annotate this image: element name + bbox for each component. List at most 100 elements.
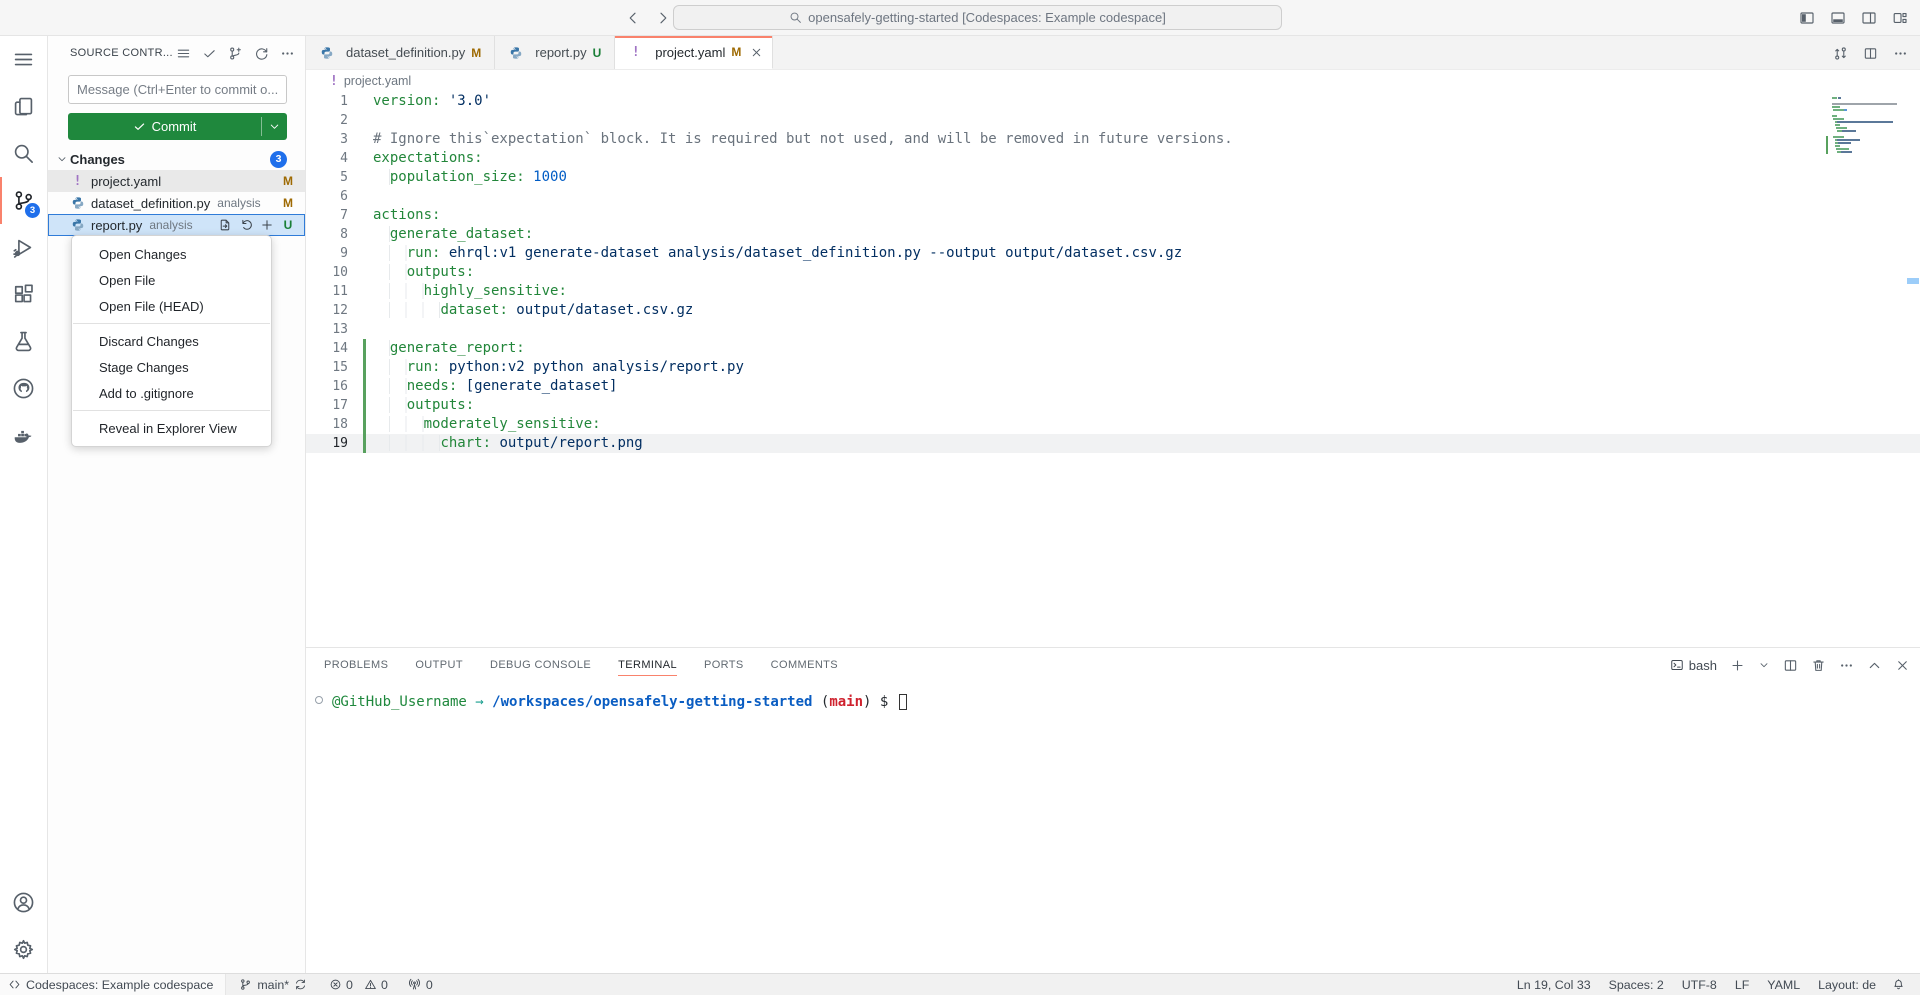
terminal[interactable]: @GitHub_Username → /workspaces/opensafel…	[306, 682, 1920, 973]
commit-dropdown-button[interactable]	[262, 113, 287, 140]
status-indentation[interactable]: Spaces: 2	[1600, 974, 1673, 995]
menu-item-add-to-gitignore[interactable]: Add to .gitignore	[72, 380, 271, 406]
status-language-mode[interactable]: YAML	[1758, 974, 1809, 995]
kill-terminal-icon[interactable]	[1811, 658, 1826, 673]
back-button[interactable]	[625, 10, 641, 26]
activity-item-docker[interactable]	[0, 412, 47, 459]
code-text: # Ignore this`expectation` block. It is …	[373, 130, 1233, 149]
activity-item-explorer[interactable]	[0, 83, 47, 130]
code-line-16[interactable]: 16 needs: [generate_dataset]	[306, 377, 1920, 396]
code-line-14[interactable]: 14 generate_report:	[306, 339, 1920, 358]
menu-item-open-file-head-[interactable]: Open File (HEAD)	[72, 293, 271, 319]
problems-indicator[interactable]: 0 0	[322, 974, 395, 995]
status-keyboard-layout[interactable]: Layout: de	[1809, 974, 1885, 995]
status-cursor-position[interactable]: Ln 19, Col 33	[1508, 974, 1600, 995]
stage-plus-icon[interactable]	[260, 218, 274, 232]
activity-item-search[interactable]	[0, 130, 47, 177]
menu-item-stage-changes[interactable]: Stage Changes	[72, 354, 271, 380]
code-line-19[interactable]: 19 chart: output/report.png	[306, 434, 1920, 453]
minimap-line	[1832, 130, 1904, 132]
menu-item-open-file[interactable]: Open File	[72, 267, 271, 293]
breadcrumb[interactable]: ! project.yaml	[306, 70, 1920, 92]
branch-indicator[interactable]: main*	[232, 974, 314, 995]
code-editor[interactable]: 1version: '3.0'23# Ignore this`expectati…	[306, 92, 1920, 647]
more-icon[interactable]	[1839, 658, 1854, 673]
terminal-shell-label[interactable]: bash	[1670, 658, 1717, 673]
compare-changes-icon[interactable]	[1833, 46, 1848, 61]
code-line-8[interactable]: 8 generate_dataset:	[306, 225, 1920, 244]
status-encoding[interactable]: UTF-8	[1673, 974, 1726, 995]
warning-icon	[364, 978, 377, 991]
activity-item-source-control[interactable]: 3	[0, 177, 47, 224]
discard-icon[interactable]	[239, 218, 253, 232]
customize-layout-icon[interactable]	[1892, 10, 1908, 26]
view-list-icon[interactable]	[176, 46, 191, 61]
close-tab-icon[interactable]	[750, 46, 763, 59]
create-branch-icon[interactable]	[228, 46, 243, 61]
code-line-18[interactable]: 18 moderately_sensitive:	[306, 415, 1920, 434]
code-line-5[interactable]: 5 population_size: 1000	[306, 168, 1920, 187]
code-line-13[interactable]: 13	[306, 320, 1920, 339]
activity-item-testing[interactable]	[0, 318, 47, 365]
changes-section-header[interactable]: Changes 3	[48, 148, 305, 170]
scm-file-report.py[interactable]: report.pyanalysisU	[48, 214, 305, 236]
code-line-12[interactable]: 12 dataset: output/dataset.csv.gz	[306, 301, 1920, 320]
code-line-9[interactable]: 9 run: ehrql:v1 generate-dataset analysi…	[306, 244, 1920, 263]
commit-message-input[interactable]	[68, 75, 287, 104]
menu-item-reveal-in-explorer-view[interactable]: Reveal in Explorer View	[72, 415, 271, 441]
tab-project.yaml[interactable]: !project.yamlM	[615, 36, 773, 69]
add-terminal-icon[interactable]	[1730, 658, 1745, 673]
menu-item-open-changes[interactable]: Open Changes	[72, 241, 271, 267]
code-line-10[interactable]: 10 outputs:	[306, 263, 1920, 282]
open-file-icon[interactable]	[218, 218, 232, 232]
code-line-15[interactable]: 15 run: python:v2 python analysis/report…	[306, 358, 1920, 377]
close-icon[interactable]	[1895, 658, 1910, 673]
more-icon[interactable]	[280, 46, 295, 61]
panel-tab-problems[interactable]: PROBLEMS	[324, 648, 388, 682]
code-line-2[interactable]: 2	[306, 111, 1920, 130]
scm-file-project.yaml[interactable]: !project.yamlM	[48, 170, 305, 192]
minimap[interactable]	[1832, 97, 1904, 154]
forward-button[interactable]	[655, 10, 671, 26]
command-center-search[interactable]: opensafely-getting-started [Codespaces: …	[673, 5, 1282, 30]
ports-indicator[interactable]: 0	[401, 974, 440, 995]
panel-tab-debug-console[interactable]: DEBUG CONSOLE	[490, 648, 591, 682]
panel-tab-comments[interactable]: COMMENTS	[771, 648, 838, 682]
code-line-17[interactable]: 17 outputs:	[306, 396, 1920, 415]
menu-item-discard-changes[interactable]: Discard Changes	[72, 328, 271, 354]
code-line-7[interactable]: 7actions:	[306, 206, 1920, 225]
activity-item-extensions[interactable]	[0, 271, 47, 318]
code-line-1[interactable]: 1version: '3.0'	[306, 92, 1920, 111]
chevron-down-icon[interactable]	[1758, 659, 1770, 671]
gutter-change-bar	[363, 282, 366, 301]
toggle-secondary-sidebar-icon[interactable]	[1861, 10, 1877, 26]
code-line-11[interactable]: 11 highly_sensitive:	[306, 282, 1920, 301]
activity-item-github[interactable]	[0, 365, 47, 412]
notifications-bell[interactable]	[1885, 974, 1912, 995]
activity-item-account[interactable]	[0, 879, 47, 926]
remote-indicator[interactable]: Codespaces: Example codespace	[0, 974, 226, 995]
maximize-panel-icon[interactable]	[1867, 658, 1882, 673]
panel-tab-output[interactable]: OUTPUT	[415, 648, 463, 682]
commit-button[interactable]: Commit	[68, 113, 261, 140]
split-terminal-icon[interactable]	[1783, 658, 1798, 673]
commit-check-icon[interactable]	[202, 46, 217, 61]
activity-item-settings-gear[interactable]	[0, 926, 47, 973]
code-line-4[interactable]: 4expectations:	[306, 149, 1920, 168]
tab-report.py[interactable]: report.pyU	[495, 36, 615, 69]
refresh-icon[interactable]	[254, 46, 269, 61]
toggle-sidebar-icon[interactable]	[1799, 10, 1815, 26]
toggle-panel-icon[interactable]	[1830, 10, 1846, 26]
split-editor-icon[interactable]	[1863, 46, 1878, 61]
panel-tab-ports[interactable]: PORTS	[704, 648, 744, 682]
panel-tab-terminal[interactable]: TERMINAL	[618, 648, 677, 682]
terminal-toolbar: bash	[1670, 648, 1910, 682]
activity-item-menu[interactable]	[0, 36, 47, 83]
activity-item-run-debug[interactable]	[0, 224, 47, 271]
scm-file-dataset_definition.py[interactable]: dataset_definition.pyanalysisM	[48, 192, 305, 214]
more-icon[interactable]	[1893, 46, 1908, 61]
code-line-6[interactable]: 6	[306, 187, 1920, 206]
tab-dataset_definition.py[interactable]: dataset_definition.pyM	[306, 36, 495, 69]
status-eol[interactable]: LF	[1726, 974, 1758, 995]
code-line-3[interactable]: 3# Ignore this`expectation` block. It is…	[306, 130, 1920, 149]
